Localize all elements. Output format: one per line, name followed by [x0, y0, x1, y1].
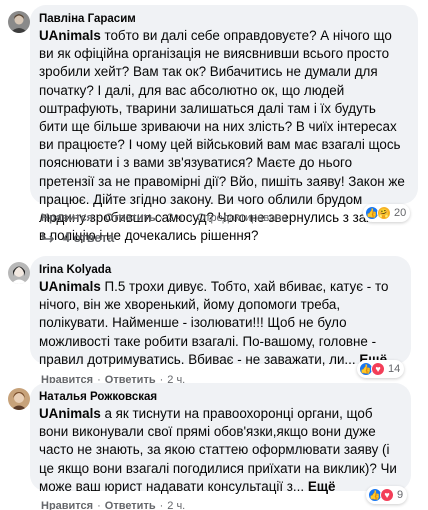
comment-bubble: Irina Kolyada UAnimals П.5 трохи дивує. … [30, 256, 411, 367]
avatar[interactable] [8, 262, 30, 284]
comment-author[interactable]: Irina Kolyada [39, 263, 401, 277]
comment-author[interactable]: Павліна Гарасим [39, 12, 408, 26]
reactions-summary[interactable]: 👍 🤗 20 [363, 204, 411, 222]
reply-button[interactable]: Ответить [105, 212, 156, 224]
reaction-count: 20 [394, 207, 407, 219]
comment-text: UAnimals а як тиснути на правоохоронці о… [39, 405, 401, 496]
heart-icon: ♥ [380, 488, 394, 502]
mention-link[interactable]: UAnimals [39, 406, 101, 421]
replies-count: 4 ответа [63, 231, 115, 245]
reply-arrow-icon [42, 232, 55, 243]
reply-button[interactable]: Ответить [105, 500, 156, 510]
comment-bubble: Наталья Рожковская UAnimals а як тиснути… [30, 383, 411, 494]
view-replies-link[interactable]: 4 ответа [41, 231, 114, 245]
mention-link[interactable]: UAnimals [39, 279, 101, 294]
edited-label[interactable]: Отредактировано [197, 212, 288, 224]
like-button[interactable]: Нравится [41, 212, 93, 224]
heart-icon: ♥ [371, 362, 385, 376]
comment-author[interactable]: Наталья Рожковская [39, 390, 401, 404]
like-button[interactable]: Нравится [41, 500, 93, 510]
comment-actions: Нравится · Ответить · 2 ч. · Отредактировано [41, 212, 288, 224]
reaction-count: 9 [397, 489, 404, 501]
avatar[interactable] [8, 11, 30, 33]
timestamp[interactable]: 2 ч. [167, 500, 185, 510]
comment-actions: Нравится · Ответить · 2 ч. [41, 500, 186, 510]
see-more-link[interactable]: Ещё [308, 479, 336, 494]
avatar[interactable] [8, 388, 30, 410]
comment-text: UAnimals П.5 трохи дивує. Тобто, хай вби… [39, 278, 401, 369]
reactions-summary[interactable]: 👍 ♥ 9 [366, 486, 408, 504]
mention-link[interactable]: UAnimals [39, 28, 101, 43]
comment-bubble: Павліна Гарасим UAnimals тобто ви далі с… [30, 5, 418, 243]
reaction-count: 14 [388, 363, 401, 375]
timestamp[interactable]: 2 ч. [167, 212, 185, 224]
reactions-summary[interactable]: 👍 ♥ 14 [357, 360, 405, 378]
care-icon: 🤗 [377, 206, 391, 220]
